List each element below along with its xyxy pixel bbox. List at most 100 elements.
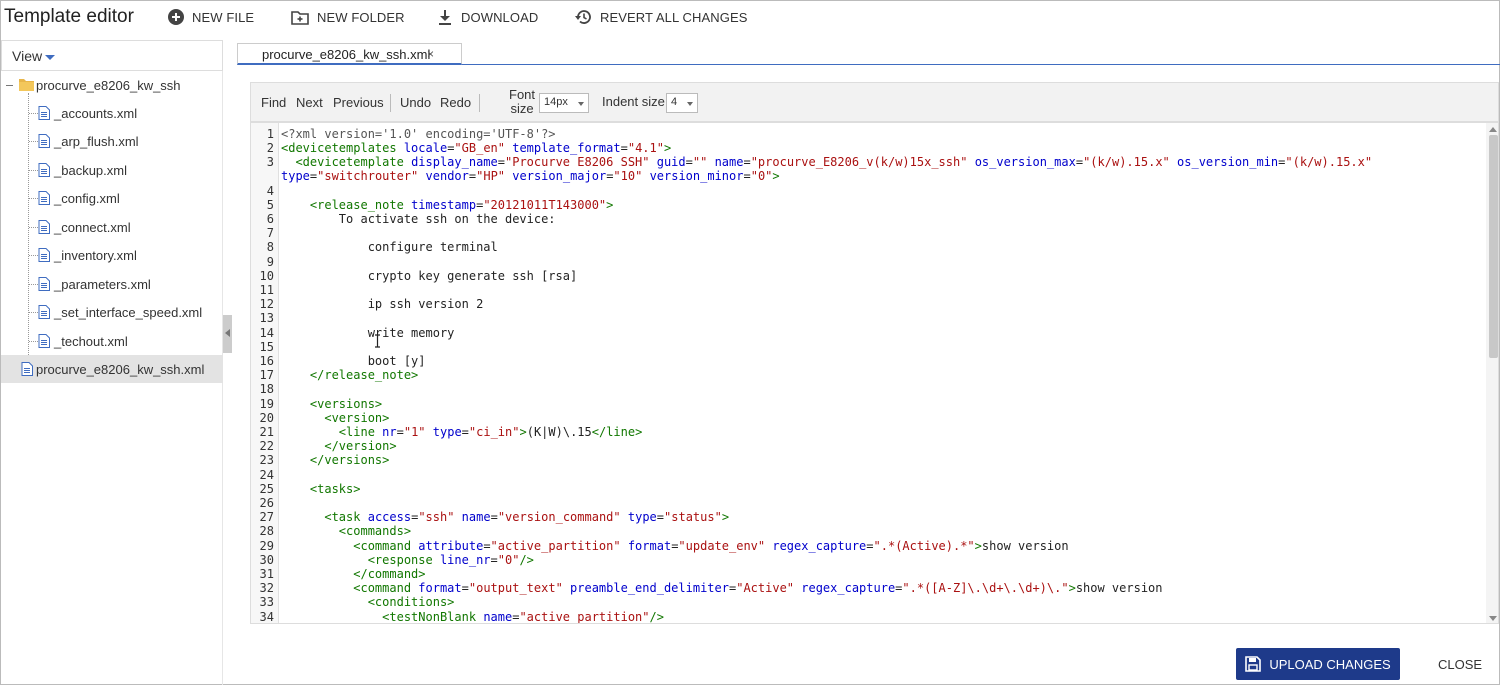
code-line: <?xml version='1.0' encoding='UTF-8'?> [281,127,556,141]
tree-file-item[interactable]: _inventory.xml [1,241,223,269]
view-label: View [12,48,43,64]
revert-all-changes-button[interactable]: REVERT ALL CHANGES [574,7,748,27]
line-number: 22 [259,439,274,453]
tree-file-item[interactable]: _set_interface_speed.xml [1,298,223,326]
revert-label: REVERT ALL CHANGES [600,9,748,25]
tree-file-item[interactable]: _config.xml [1,184,223,212]
code-line: boot [y] [281,354,426,368]
tree-file-label: _arp_flush.xml [54,133,139,149]
caret-down-icon [45,55,55,60]
upload-changes-label: UPLOAD CHANGES [1269,656,1391,672]
line-number: 33 [259,595,274,609]
new-file-label: NEW FILE [192,9,255,25]
line-number: 4 [266,184,274,198]
code-line: <conditions> [281,595,455,609]
code-line: <task access="ssh" name="version_command… [281,510,730,524]
code-line: <devicetemplates locale="GB_en" template… [281,141,672,155]
code-scrollbar[interactable] [1486,123,1498,623]
line-number: 17 [259,368,274,382]
line-number: 10 [259,269,274,283]
scroll-up-icon[interactable] [1489,127,1497,132]
tree-file-item[interactable]: _arp_flush.xml [1,127,223,155]
collapse-sidebar-handle[interactable] [223,315,232,353]
tree-file-item[interactable]: _parameters.xml [1,270,223,298]
tree-file-label: _set_interface_speed.xml [54,304,203,320]
add-circle-icon [168,9,184,25]
view-dropdown[interactable]: View [1,40,223,71]
app-title: Template editor [4,6,134,27]
tree-file-item[interactable]: _accounts.xml [1,99,223,127]
save-icon [1245,656,1262,672]
line-number: 18 [259,382,274,396]
download-button[interactable]: DOWNLOAD [437,7,538,27]
code-line: <versions> [281,397,383,411]
code-line: <command attribute="active_partition" fo… [281,539,1069,553]
close-icon[interactable]: × [427,47,434,61]
file-icon [21,362,33,376]
tab-active-file[interactable]: procurve_e8206_kw_ssh.xml × [237,43,462,65]
code-line: <version> [281,411,390,425]
code-line: <testNonBlank name="active_partition"/> [281,610,664,624]
line-number-gutter: 1 2 3 4 5 6 7 8 9 10 11 12 13 14 15 16 1… [251,123,279,623]
code-editor[interactable]: 1 2 3 4 5 6 7 8 9 10 11 12 13 14 15 16 1… [250,122,1499,624]
previous-button[interactable]: Previous [333,95,384,110]
upload-changes-button[interactable]: UPLOAD CHANGES [1236,648,1400,680]
indent-size-label: Indent size [602,94,665,109]
tree-file-label: _parameters.xml [54,276,151,292]
text-cursor-icon [375,334,380,348]
new-file-button[interactable]: NEW FILE [168,7,254,27]
code-line: <response line_nr="0"/> [281,553,534,567]
line-number: 9 [266,255,274,269]
code-line: <devicetemplate display_name="Procurve E… [281,155,1373,169]
code-line: </versions> [281,453,390,467]
history-icon [575,10,591,24]
line-number: 27 [259,510,274,524]
tree-file-label: _backup.xml [54,162,127,178]
line-number: 13 [259,311,274,325]
file-icon [38,191,50,205]
app-header: Template editor NEW FILE NEW FOLDER DOWN… [1,1,1500,34]
editor-toolbar: Find Next Previous Undo Redo Font size 14… [250,82,1499,122]
file-icon [38,134,50,148]
line-number: 8 [266,240,274,254]
code-line: <release_note timestamp="20121011T143000… [281,198,614,212]
tree-file-item[interactable]: _backup.xml [1,156,223,184]
file-icon [38,305,50,319]
code-line: </version> [281,439,397,453]
code-line: <line nr="1" type="ci_in">(K|W)\.15</lin… [281,425,643,439]
line-number: 11 [259,283,274,297]
tree-file-label: _techout.xml [54,333,128,349]
font-size-select[interactable]: 14px [539,93,589,113]
scroll-thumb[interactable] [1489,135,1498,358]
code-line: </release_note> [281,368,419,382]
tree-file-item[interactable]: _techout.xml [1,327,223,355]
find-button[interactable]: Find [261,95,286,110]
line-number: 29 [259,539,274,553]
download-label: DOWNLOAD [461,9,539,25]
folder-add-icon [291,10,309,25]
line-number: 20 [259,411,274,425]
line-number: 5 [266,198,274,212]
line-number: 23 [259,453,274,467]
new-folder-button[interactable]: NEW FOLDER [291,7,405,27]
line-number: 26 [259,496,274,510]
close-button[interactable]: CLOSE [1438,657,1482,672]
line-number: 30 [259,553,274,567]
line-number: 3 [266,155,274,169]
redo-button[interactable]: Redo [440,95,471,110]
file-icon [38,163,50,177]
indent-size-select[interactable]: 4 [666,93,698,113]
tree-folder-root[interactable]: procurve_e8206_kw_ssh [1,71,223,99]
line-number: 15 [259,340,274,354]
chevron-down-icon [687,102,693,106]
tree-file-item[interactable]: _connect.xml [1,213,223,241]
code-line: ip ssh version 2 [281,297,484,311]
next-button[interactable]: Next [296,95,323,110]
tab-label: procurve_e8206_kw_ssh.xml [262,47,431,62]
line-number: 32 [259,581,274,595]
tree-file-item-selected[interactable]: procurve_e8206_kw_ssh.xml [1,355,223,383]
undo-button[interactable]: Undo [400,95,431,110]
tree-folder-label: procurve_e8206_kw_ssh [36,77,181,93]
toolbar-divider [479,94,480,112]
scroll-down-icon[interactable] [1489,616,1497,621]
